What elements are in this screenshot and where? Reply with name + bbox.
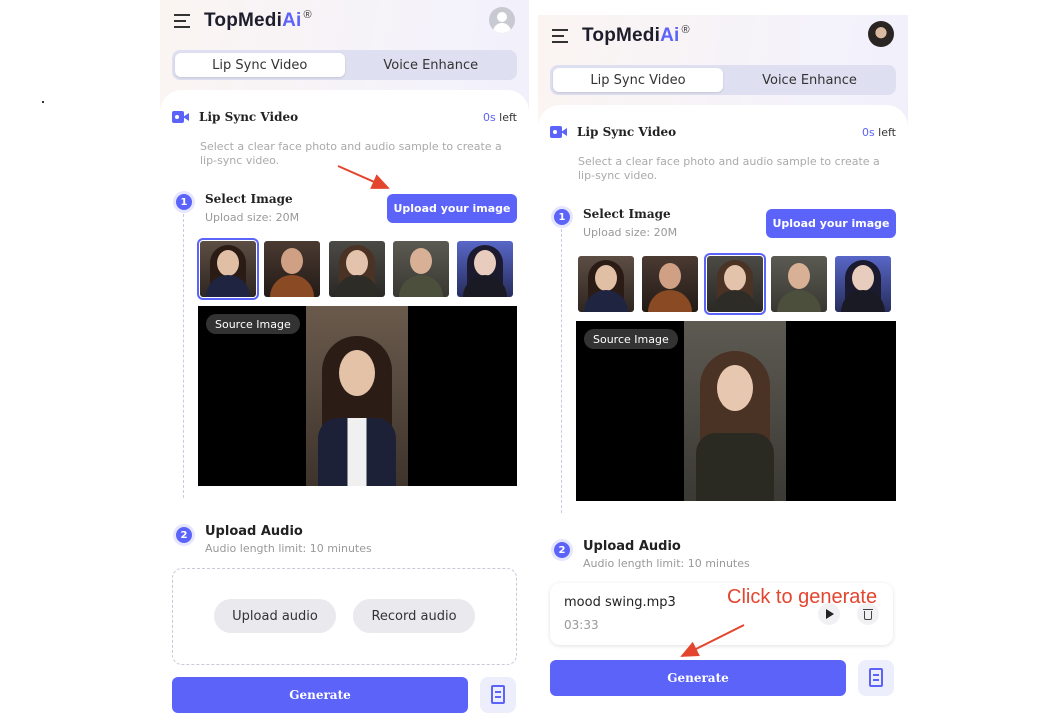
mode-tabs: Lip Sync Video Voice Enhance [550,65,896,95]
thumbnail-5[interactable] [457,241,513,297]
section-title: Lip Sync Video [199,110,299,124]
generate-button[interactable]: Generate [172,677,468,713]
app-logo: TopMediAi ® [582,24,690,46]
history-icon[interactable] [858,660,894,696]
section-description: Select a clear face photo and audio samp… [200,140,502,167]
thumbnail-4[interactable] [771,256,827,312]
section-title: Lip Sync Video [577,125,677,139]
section-header: Lip Sync Video [550,125,676,139]
upload-audio-title: Upload Audio [205,524,303,539]
mode-tabs: Lip Sync Video Voice Enhance [172,50,517,80]
app-header: TopMediAi ® [538,15,908,59]
audio-duration: 03:33 [564,618,599,632]
thumbnail-1[interactable] [197,238,259,300]
lip-sync-card: Lip Sync Video 0s left Select a clear fa… [538,105,908,721]
select-image-title: Select Image [205,192,293,206]
select-image-title: Select Image [583,207,671,221]
source-image-preview: Source Image [198,306,517,486]
time-left: 0s left [861,126,896,139]
section-description: Select a clear face photo and audio samp… [578,155,880,182]
step-2-badge: 2 [554,542,570,558]
thumbnail-3[interactable] [329,241,385,297]
source-portrait [684,321,786,501]
upload-audio-title: Upload Audio [583,539,681,554]
step-2-badge: 2 [176,527,192,543]
tab-voice-enhance[interactable]: Voice Enhance [345,53,518,77]
right-screen: TopMediAi ® Lip Sync Video Voice Enhance … [538,15,908,721]
sample-thumbnails [197,238,517,300]
thumbnail-3[interactable] [704,253,766,315]
app-header: TopMediAi ® [160,0,529,44]
thumbnail-2[interactable] [264,241,320,297]
thumbnail-5[interactable] [835,256,891,312]
section-header: Lip Sync Video [172,110,298,124]
menu-icon[interactable] [552,28,570,44]
thumbnail-4[interactable] [393,241,449,297]
video-camera-icon [550,126,567,138]
tab-lip-sync-video[interactable]: Lip Sync Video [175,53,345,77]
generate-button[interactable]: Generate [550,660,846,696]
step-1-badge: 1 [176,194,192,210]
upload-image-button[interactable]: Upload your image [766,209,896,238]
user-avatar-icon[interactable] [489,7,515,33]
left-screen: TopMediAi ® Lip Sync Video Voice Enhance … [160,0,529,721]
sample-thumbnails [576,253,896,315]
source-image-badge: Source Image [206,314,300,334]
thumbnail-2[interactable] [642,256,698,312]
lip-sync-card: Lip Sync Video 0s left Select a clear fa… [160,90,529,721]
source-portrait [306,306,408,486]
video-camera-icon [172,111,189,123]
tab-lip-sync-video[interactable]: Lip Sync Video [553,68,723,92]
stray-dot [42,101,44,103]
upload-audio-button[interactable]: Upload audio [214,599,336,633]
source-image-preview: Source Image [576,321,896,501]
step-connector [561,229,562,513]
source-image-badge: Source Image [584,329,678,349]
menu-icon[interactable] [174,13,192,29]
upload-image-button[interactable]: Upload your image [387,194,517,223]
upload-size-note: Upload size: 20M [583,226,678,239]
history-icon[interactable] [480,677,516,713]
audio-limit-note: Audio length limit: 10 minutes [205,542,372,555]
time-left: 0s left [482,111,517,124]
step-connector [183,214,184,498]
step-1-badge: 1 [554,209,570,225]
app-logo: TopMediAi ® [204,9,312,31]
thumbnail-1[interactable] [578,256,634,312]
annotation-label: Click to generate [727,586,878,608]
record-audio-button[interactable]: Record audio [353,599,475,633]
audio-limit-note: Audio length limit: 10 minutes [583,557,750,570]
user-avatar-icon[interactable] [868,21,894,47]
tab-voice-enhance[interactable]: Voice Enhance [723,68,896,92]
upload-size-note: Upload size: 20M [205,211,300,224]
audio-dropzone[interactable]: Upload audio Record audio [172,568,517,665]
audio-file-name: mood swing.mp3 [564,595,676,610]
